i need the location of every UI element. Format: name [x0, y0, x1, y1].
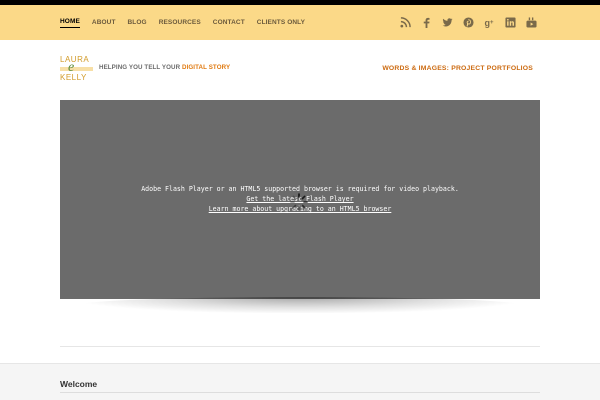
- google-plus-icon[interactable]: g +: [483, 17, 495, 29]
- nav-item-contact[interactable]: CONTACT: [213, 19, 245, 26]
- site-logo[interactable]: LAURA e KELLY: [60, 56, 95, 82]
- logo-e-mark: e: [68, 60, 75, 75]
- nav-item-resources[interactable]: RESOURCES: [159, 19, 201, 26]
- video-shadow: [80, 297, 520, 313]
- nav-item-about[interactable]: ABOUT: [92, 19, 116, 26]
- main-nav: HOME ABOUT BLOG RESOURCES CONTACT CLIENT…: [60, 5, 317, 40]
- welcome-underline: [60, 392, 540, 393]
- pinterest-icon[interactable]: [462, 17, 474, 29]
- portfolio-link[interactable]: WORDS & IMAGES: PROJECT PORTFOLIOS: [382, 65, 533, 72]
- rss-icon[interactable]: [399, 17, 411, 29]
- nav-item-home[interactable]: HOME: [60, 18, 80, 28]
- logo-text-top: LAURA: [60, 55, 90, 64]
- welcome-section: Welcome: [0, 363, 600, 400]
- linkedin-icon[interactable]: [504, 17, 516, 29]
- video-player[interactable]: Adobe Flash Player or an HTML5 supported…: [60, 100, 540, 299]
- tagline-accent: DIGITAL STORY: [182, 64, 231, 71]
- navbar: HOME ABOUT BLOG RESOURCES CONTACT CLIENT…: [0, 5, 600, 40]
- social-icons: g +: [390, 5, 537, 40]
- welcome-heading: Welcome: [60, 379, 98, 389]
- loading-spinner-icon: [290, 193, 308, 211]
- twitter-icon[interactable]: [441, 17, 453, 29]
- site-tagline: HELPING YOU TELL YOUR DIGITAL STORY: [99, 64, 230, 71]
- youtube-icon[interactable]: [525, 17, 537, 29]
- logo-text-bottom: KELLY: [60, 73, 87, 82]
- logo-stripe: [60, 67, 93, 71]
- site-header: LAURA e KELLY HELPING YOU TELL YOUR DIGI…: [0, 40, 600, 100]
- tagline-text: HELPING YOU TELL YOUR: [99, 64, 182, 71]
- facebook-icon[interactable]: [420, 17, 432, 29]
- content-divider: [60, 346, 540, 347]
- nav-item-clients-only[interactable]: CLIENTS ONLY: [257, 19, 305, 26]
- nav-item-blog[interactable]: BLOG: [128, 19, 147, 26]
